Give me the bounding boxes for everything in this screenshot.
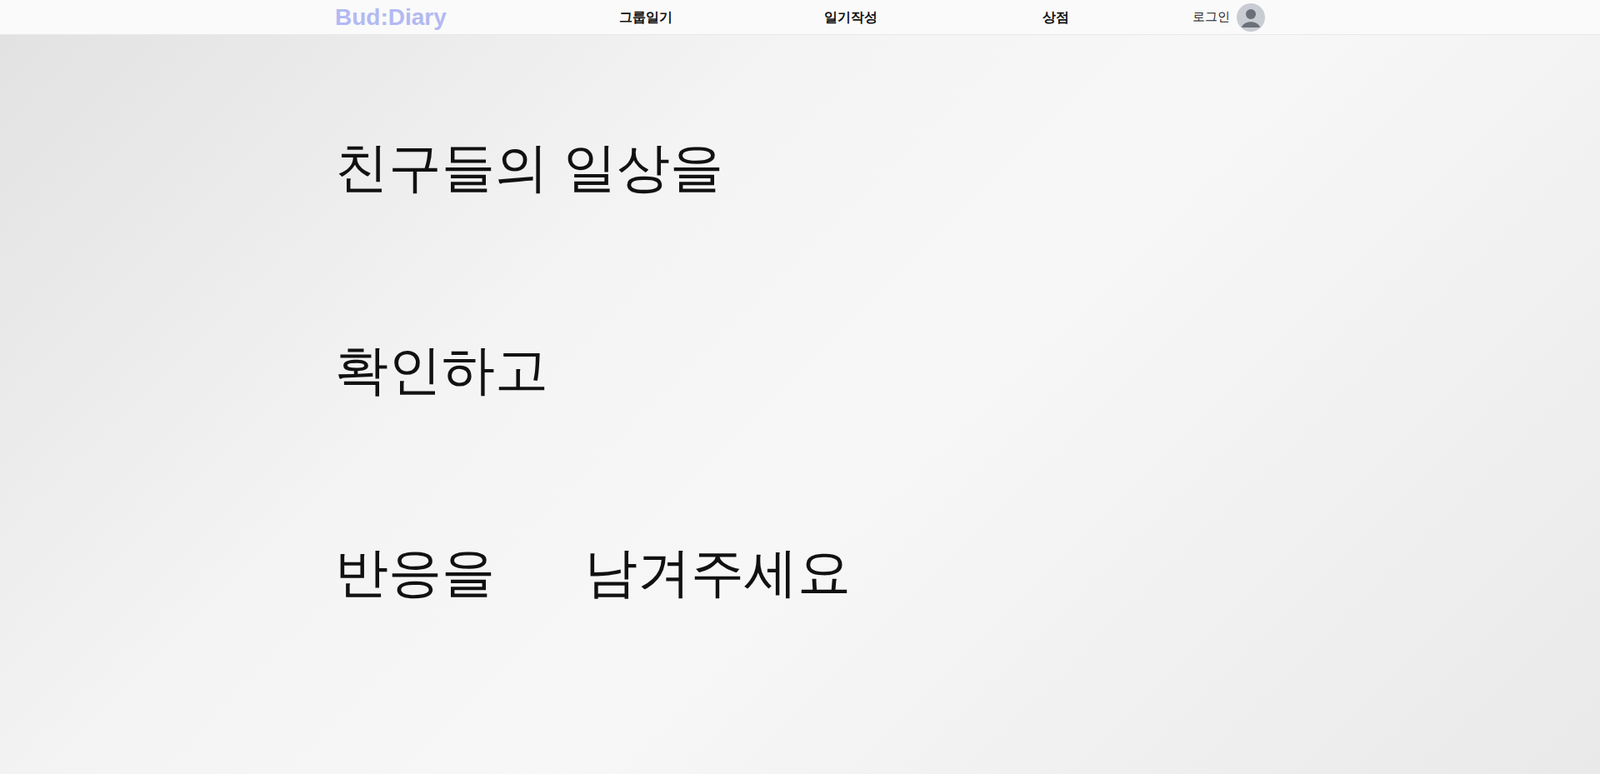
hero: 친구들의 일상을확인하고반응을 남겨주세요 (0, 35, 1600, 774)
hero-line: 친구들의 일상을 (335, 133, 1265, 203)
hero-line: 반응을 남겨주세요 (335, 538, 1265, 608)
login-button[interactable]: 로그인 (1192, 3, 1265, 32)
nav-menu: 그룹일기일기작성상점 (543, 7, 1159, 28)
logo[interactable]: Bud:Diary (335, 5, 544, 30)
avatar-icon (1236, 3, 1265, 32)
nav-item[interactable]: 상점 (953, 7, 1159, 28)
app: Bud:Diary그룹일기일기작성상점 로그인친구들의 일상을확인하고반응을 남겨… (0, 0, 1600, 774)
nav-item[interactable]: 일기작성 (748, 7, 954, 28)
nav-item[interactable]: 그룹일기 (543, 7, 749, 28)
hero-line: 확인하고 (335, 335, 1265, 405)
top-nav: Bud:Diary그룹일기일기작성상점 로그인 (0, 0, 1600, 35)
